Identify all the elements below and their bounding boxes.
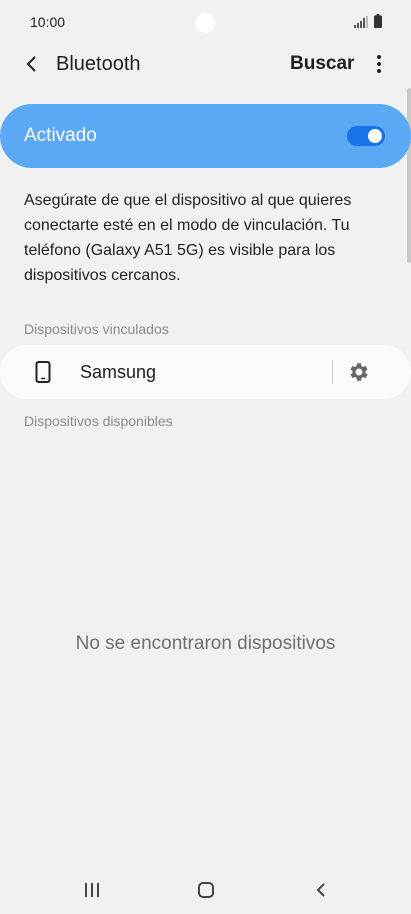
phone-icon bbox=[35, 361, 51, 383]
more-options-button[interactable] bbox=[368, 50, 390, 78]
page-title: Bluetooth bbox=[56, 53, 141, 75]
back-button[interactable] bbox=[18, 50, 46, 78]
scan-button[interactable]: Buscar bbox=[290, 53, 354, 75]
gear-icon[interactable] bbox=[347, 360, 371, 384]
paired-devices-header: Dispositivos vinculados bbox=[24, 321, 169, 337]
paired-device-item[interactable]: Samsung bbox=[0, 345, 411, 399]
nav-back-button[interactable] bbox=[306, 876, 336, 904]
bluetooth-master-switch[interactable]: Activado bbox=[0, 104, 411, 168]
bluetooth-toggle[interactable] bbox=[347, 126, 385, 146]
empty-state-message: No se encontraron dispositivos bbox=[75, 633, 336, 654]
navigation-bar bbox=[0, 866, 411, 914]
status-time: 10:00 bbox=[30, 14, 66, 30]
battery-icon bbox=[374, 14, 382, 28]
app-header: Bluetooth Buscar bbox=[0, 44, 411, 84]
device-name: Samsung bbox=[80, 362, 157, 382]
toggle-knob bbox=[366, 127, 384, 145]
signal-icon bbox=[354, 16, 368, 28]
divider bbox=[332, 360, 333, 384]
available-devices-header: Dispositivos disponibles bbox=[24, 413, 173, 429]
more-options-icon bbox=[377, 69, 381, 73]
status-bar: 10:00 bbox=[0, 0, 411, 44]
more-options-icon bbox=[377, 55, 381, 59]
recent-apps-button[interactable] bbox=[77, 876, 107, 904]
more-options-icon bbox=[377, 62, 381, 66]
recent-apps-icon bbox=[85, 883, 99, 897]
master-switch-label: Activado bbox=[24, 125, 97, 146]
description-text: Asegúrate de que el dispositivo al que q… bbox=[24, 192, 352, 284]
back-icon bbox=[316, 883, 325, 897]
home-icon bbox=[198, 882, 214, 898]
back-arrow-icon bbox=[26, 56, 36, 72]
home-button[interactable] bbox=[191, 876, 221, 904]
camera-cutout bbox=[195, 13, 215, 33]
scrollbar[interactable] bbox=[407, 88, 411, 263]
